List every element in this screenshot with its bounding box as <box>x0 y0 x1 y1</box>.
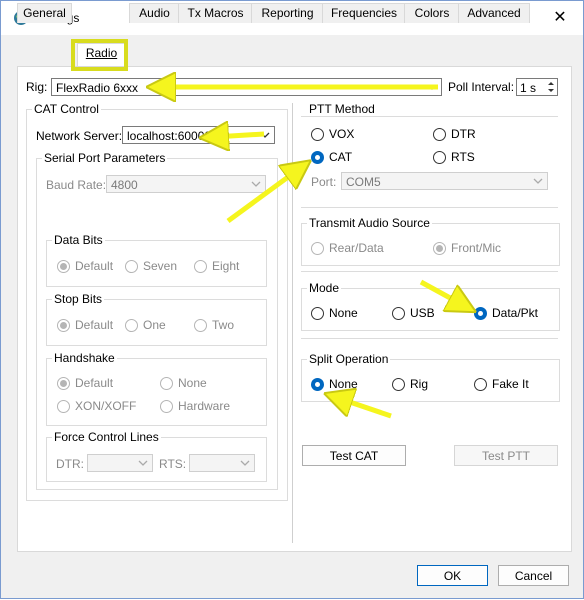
arrow-to-data-pkt <box>419 279 463 305</box>
settings-window: Settings ? ✕ General Radio Audio Tx Macr… <box>0 0 584 599</box>
annotation-arrows <box>1 1 584 419</box>
arrow-to-ptt-cat <box>226 169 299 224</box>
arrow-to-split-none <box>338 398 392 419</box>
arrow-to-network-server <box>214 134 265 137</box>
